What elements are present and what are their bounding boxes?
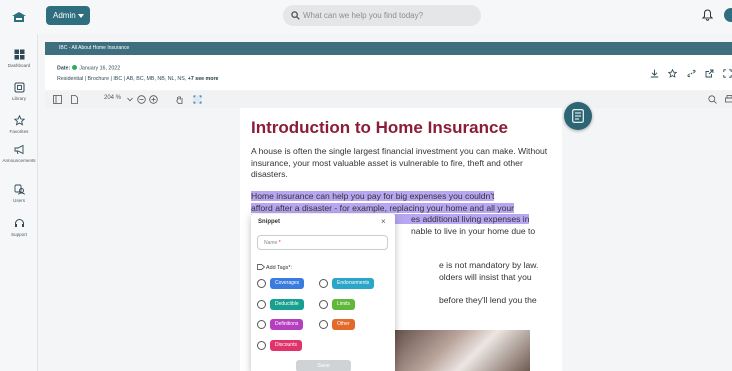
sidebar-item-favorites[interactable]: Favorites [0,115,38,145]
headset-icon [15,219,24,227]
document-date: Date: January 16, 2022 [57,65,120,72]
add-tags-required: *: [288,265,292,271]
top-bar: Admin [0,0,732,34]
radio-button[interactable] [319,279,328,288]
zoom-out-icon[interactable] [137,95,146,104]
tag-chip: Deductible [270,299,304,310]
sidebar-item-label: Library [11,96,27,101]
search-icon[interactable] [708,95,717,104]
date-label: Date: [57,65,71,72]
date-value: January 16, 2022 [79,65,121,72]
radio-button[interactable] [257,320,266,329]
snippet-dialog: Snippet × Name * Add Tags*: Coverages En… [251,214,395,371]
search-icon [291,11,300,20]
fullscreen-icon[interactable] [723,69,732,78]
tag-chip: Discounts [270,340,302,351]
paragraph-1[interactable]: A house is often the single largest fina… [251,146,551,181]
add-tags-label: Add Tags*: [257,264,292,271]
highlighted-text[interactable]: afford after a disaster - for example, r… [251,202,515,213]
admin-label: Admin [53,11,76,20]
snippet-name-field[interactable]: Name * [257,235,388,250]
megaphone-icon [14,144,24,155]
select-area-icon[interactable] [193,95,202,104]
page-title: Introduction to Home Insurance [251,118,508,137]
snippet-title: Snippet [258,219,280,225]
chevron-down-icon [78,14,84,18]
viewer-toolbar: 204 % [45,91,732,108]
link-icon[interactable] [687,69,696,78]
sidebar-item-library[interactable]: Library [0,82,38,112]
search-bar[interactable] [283,5,481,26]
snippet-fab-button[interactable] [564,102,592,130]
zoom-in-icon[interactable] [149,95,158,104]
tag-chip: Other [332,319,355,330]
document-tags: Residential | Brochure | IBC | AB, BC, M… [57,76,219,82]
chevron-down-icon[interactable] [127,97,133,102]
sidebar-item-support[interactable]: Support [0,218,38,248]
sidebar-item-label: Users [13,198,25,203]
download-icon[interactable] [650,69,659,78]
page-icon[interactable] [70,95,79,104]
document-meta: Date: January 16, 2022 Residential | Broc… [45,55,732,90]
document-banner: IBC - All About Home Insurance [45,42,732,55]
see-more-link[interactable]: +7 see more [188,76,219,82]
tag-chip: Definitions [270,319,304,330]
logo-icon[interactable] [11,10,27,24]
document-title: IBC - All About Home Insurance [59,45,130,51]
name-placeholder: Name * [264,240,281,246]
tag-icon [257,264,265,270]
sidebar-item-label: Dashboard [7,63,31,68]
admin-dropdown-button[interactable]: Admin [46,6,90,25]
star-icon [14,115,25,126]
tag-chip: Endorsements [332,278,375,289]
save-button[interactable]: Save [296,360,351,371]
sidebar-item-dashboard[interactable]: Dashboard [0,49,38,79]
document-notes-icon [572,109,584,123]
users-icon [14,184,25,195]
name-placeholder-text: Name [264,240,278,246]
sidebar-item-users[interactable]: Users [0,184,38,214]
sidebar-toggle-icon[interactable] [53,95,62,104]
print-icon[interactable] [725,95,732,104]
sidebar-item-label: Announcements [2,158,36,163]
external-link-icon[interactable] [705,69,714,78]
add-tags-text: Add Tags [266,265,289,271]
library-icon [14,82,25,93]
status-dot-icon [72,65,78,70]
document-tags-text: Residential | Brochure | IBC | AB, BC, M… [57,76,187,82]
bell-icon[interactable] [702,9,713,21]
pan-hand-icon[interactable] [175,95,184,104]
star-icon[interactable] [668,69,677,78]
radio-button[interactable] [257,279,266,288]
tag-chip: Limits [332,299,356,310]
sidebar: Dashboard Library Favorites Announcement… [0,34,38,371]
zoom-level[interactable]: 204 % [104,95,121,101]
document-photo [390,330,530,371]
radio-button[interactable] [257,341,266,350]
app: Admin Dashboard [0,0,732,371]
radio-button[interactable] [257,300,266,309]
required-mark: * [278,240,281,246]
sidebar-item-announcements[interactable]: Announcements [0,144,38,174]
sidebar-item-label: Support [10,232,28,237]
highlighted-text[interactable]: Home insurance can help you pay for big … [251,191,495,201]
sidebar-item-label: Favorites [9,129,29,134]
dashboard-icon [14,49,25,60]
tag-chip: Coverages [270,278,305,289]
radio-button[interactable] [319,300,328,309]
avatar[interactable] [724,8,732,22]
close-icon[interactable]: × [381,217,386,226]
search-input[interactable] [303,7,473,24]
radio-button[interactable] [319,320,328,329]
